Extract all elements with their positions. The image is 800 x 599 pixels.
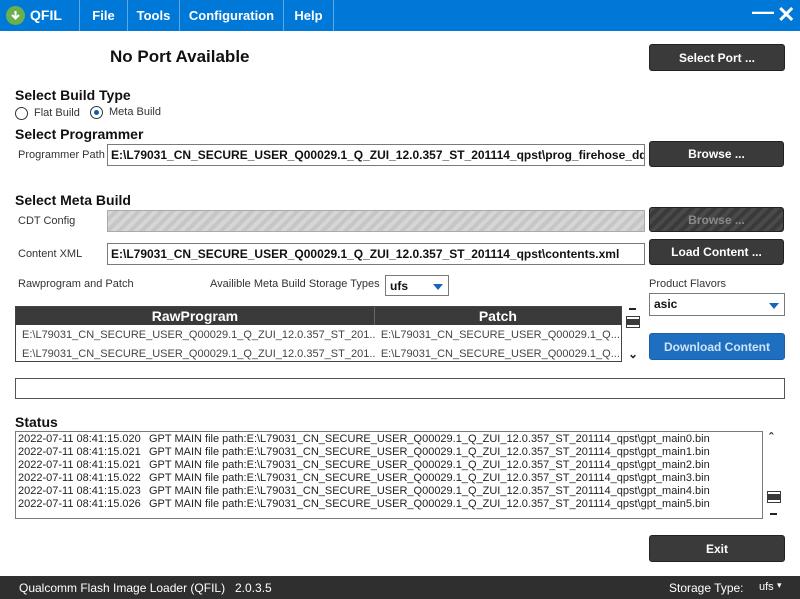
rawprogram-section-label: Rawprogram and Patch: [18, 278, 134, 290]
load-content-button[interactable]: Load Content ...: [649, 239, 784, 265]
table-row[interactable]: E:\L79031_CN_SECURE_USER_Q00029.1_Q_ZUI_…: [16, 325, 621, 344]
log-message: GPT MAIN file path:E:\L79031_CN_SECURE_U…: [149, 433, 710, 445]
log-scroll-up-icon[interactable]: ˆ: [769, 430, 773, 445]
product-flavor-value: asic: [654, 297, 678, 311]
log-message: GPT MAIN file path:E:\L79031_CN_SECURE_U…: [149, 472, 710, 485]
close-button[interactable]: ✕: [777, 4, 795, 26]
cdt-config-field: [107, 210, 645, 232]
programmer-path-label: Programmer Path: [18, 149, 105, 161]
app-version: 2.0.3.5: [235, 581, 272, 595]
log-timestamp: 2022-07-11 08:41:15.020: [18, 433, 141, 445]
app-full-name: Qualcomm Flash Image Loader (QFIL): [19, 581, 226, 595]
scroll-thumb-icon[interactable]: [626, 316, 640, 328]
rawprogram-cell: E:\L79031_CN_SECURE_USER_Q00029.1_Q_ZUI_…: [22, 328, 375, 341]
content-xml-label: Content XML: [18, 248, 83, 260]
patch-cell: E:\L79031_CN_SECURE_USER_Q00029.1_Q...: [380, 328, 620, 341]
log-timestamp: 2022-07-11 08:41:15.026: [18, 498, 141, 511]
log-line: 2022-07-11 08:41:15.023 GPT MAIN file pat…: [18, 485, 760, 498]
column-patch: Patch: [478, 308, 517, 324]
menu-configuration[interactable]: Configuration: [179, 0, 283, 31]
menu-help[interactable]: Help: [283, 0, 334, 31]
chevron-down-icon: [769, 303, 779, 309]
app-name: QFIL: [30, 7, 62, 23]
flat-build-label: Flat Build: [34, 107, 80, 119]
status-bar: Qualcomm Flash Image Loader (QFIL) 2.0.3…: [0, 576, 800, 599]
scroll-down-icon[interactable]: ⌄: [628, 347, 638, 361]
table-row[interactable]: E:\L79031_CN_SECURE_USER_Q00029.1_Q_ZUI_…: [16, 344, 621, 361]
log-line: 2022-07-11 08:41:15.026 GPT MAIN file pat…: [18, 498, 760, 511]
scroll-top-icon[interactable]: [629, 308, 636, 310]
log-line: 2022-07-11 08:41:15.020 GPT MAIN file pat…: [18, 433, 760, 446]
programmer-heading: Select Programmer: [15, 126, 144, 142]
rawprogram-cell: E:\L79031_CN_SECURE_USER_Q00029.1_Q_ZUI_…: [22, 347, 375, 360]
progress-bar: [15, 378, 785, 399]
log-message: GPT MAIN file path:E:\L79031_CN_SECURE_U…: [149, 498, 710, 511]
meta-build-label: Meta Build: [109, 106, 161, 118]
port-status: No Port Available: [110, 47, 250, 66]
programmer-path-field[interactable]: E:\L79031_CN_SECURE_USER_Q00029.1_Q_ZUI_…: [107, 144, 645, 166]
storage-type-label: Storage Type:: [669, 581, 744, 595]
chevron-down-icon: [433, 284, 443, 290]
log-line: 2022-07-11 08:41:15.021 GPT MAIN file pat…: [18, 446, 760, 459]
chevron-down-icon[interactable]: ▾: [777, 580, 782, 591]
log-timestamp: 2022-07-11 08:41:15.022: [18, 472, 141, 485]
log-message: GPT MAIN file path:E:\L79031_CN_SECURE_U…: [149, 485, 710, 498]
rawprogram-patch-table: RawProgram Patch E:\L79031_CN_SECURE_USE…: [15, 306, 622, 362]
storage-type-value: ufs: [390, 279, 408, 293]
exit-button[interactable]: Exit: [649, 535, 785, 562]
footer-storage-type-value[interactable]: ufs: [759, 581, 774, 593]
title-bar: QFIL File Tools Configuration Help — ✕: [0, 0, 800, 31]
meta-build-heading: Select Meta Build: [15, 192, 131, 208]
log-scroll-thumb-icon[interactable]: [767, 491, 781, 503]
qfil-logo-icon: [6, 6, 25, 25]
cdt-config-label: CDT Config: [18, 215, 76, 227]
log-timestamp: 2022-07-11 08:41:15.023: [18, 485, 141, 498]
menu-tools[interactable]: Tools: [127, 0, 179, 31]
log-message: GPT MAIN file path:E:\L79031_CN_SECURE_U…: [149, 446, 710, 459]
patch-cell: E:\L79031_CN_SECURE_USER_Q00029.1_Q...: [380, 347, 620, 360]
flat-build-radio[interactable]: [15, 107, 28, 120]
select-port-button[interactable]: Select Port ...: [649, 44, 785, 71]
log-timestamp: 2022-07-11 08:41:15.021: [18, 446, 141, 459]
log-scroll-bottom-icon[interactable]: [770, 513, 777, 515]
column-rawprogram: RawProgram: [16, 307, 375, 325]
programmer-browse-button[interactable]: Browse ...: [649, 141, 784, 167]
table-header: RawProgram Patch: [16, 307, 621, 325]
storage-type-select[interactable]: ufs: [385, 275, 449, 296]
download-content-button[interactable]: Download Content: [649, 333, 785, 360]
content-xml-field[interactable]: E:\L79031_CN_SECURE_USER_Q00029.1_Q_ZUI_…: [107, 243, 645, 265]
log-line: 2022-07-11 08:41:15.022 GPT MAIN file pat…: [18, 472, 760, 485]
status-log[interactable]: 2022-07-11 08:41:15.020 GPT MAIN file pat…: [15, 431, 763, 519]
build-type-heading: Select Build Type: [15, 87, 131, 103]
log-line: 2022-07-11 08:41:15.021 GPT MAIN file pat…: [18, 459, 760, 472]
product-flavors-label: Product Flavors: [649, 278, 727, 290]
meta-build-radio[interactable]: [90, 106, 103, 119]
product-flavors-select[interactable]: asic: [649, 293, 785, 316]
log-timestamp: 2022-07-11 08:41:15.021: [18, 459, 141, 472]
menu-file[interactable]: File: [79, 0, 127, 31]
log-message: GPT MAIN file path:E:\L79031_CN_SECURE_U…: [149, 459, 710, 472]
cdt-browse-button: Browse ...: [649, 207, 784, 232]
storage-types-label: Availible Meta Build Storage Types: [210, 278, 380, 290]
status-heading: Status: [15, 414, 58, 430]
minimize-button[interactable]: —: [752, 1, 774, 23]
